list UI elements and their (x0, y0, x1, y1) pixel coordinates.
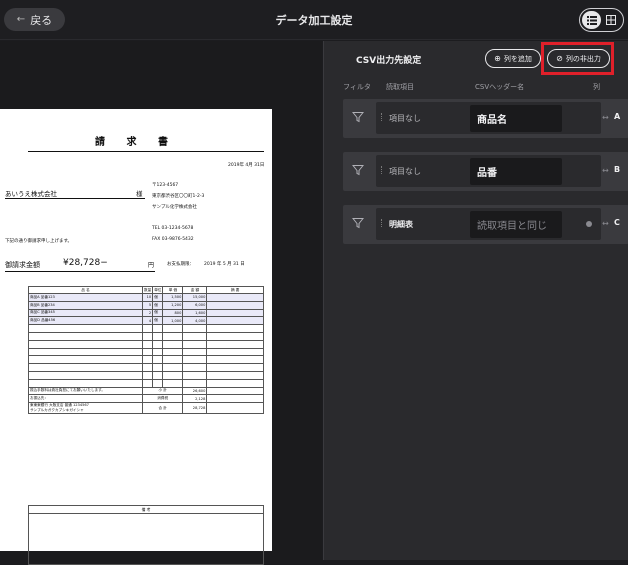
invoice-date: 2019年 4月 31日 (228, 163, 265, 168)
source-item[interactable]: 明細表 (389, 219, 413, 230)
subtotal-row: 振込手数料は貴社負担にてお願いいたします。 小 計 26,600 (28, 386, 264, 396)
table-row (28, 347, 264, 357)
csv-header-input[interactable]: 品番 (470, 158, 562, 185)
due-label: お支払期限： (167, 262, 194, 267)
table-row: 商品D 品番456 4 個 1,000 4,000 (28, 316, 264, 326)
csv-settings-panel: CSV出力先設定 ⊕ 列を追加 ⊘ 列の非出力 フィルタ 読取項目 CSVヘッダ… (323, 41, 628, 560)
add-column-button[interactable]: ⊕ 列を追加 (485, 49, 541, 68)
items-header-row: 品 名 数量 単位 単 価 金 額 摘 要 (28, 286, 264, 294)
header-filter: フィルタ (343, 83, 371, 91)
column-letter: A (614, 112, 621, 121)
customer-name: あいうえ株式会社 (5, 190, 57, 198)
total-unit: 円 (148, 262, 155, 269)
address: 東京都渋谷区〇〇町1-2-3 (152, 194, 205, 199)
table-row (28, 370, 264, 380)
tax-row: お振込先： 消費税 2,128 (28, 394, 264, 404)
col-unit: 単位 (152, 286, 164, 294)
table-row (28, 378, 264, 388)
title-rule (28, 151, 264, 152)
postal-code: 〒123-4567 (152, 183, 179, 188)
arrow-left-icon: ↔ (602, 166, 609, 175)
remarks-box: 備 考 (28, 505, 264, 565)
highlight-box (541, 42, 614, 75)
mapping-row-a[interactable]: 項目なし 商品名 ↔ A (343, 99, 628, 138)
table-row (28, 324, 264, 333)
filter-icon[interactable] (352, 111, 364, 123)
grid-view-icon[interactable] (601, 11, 620, 29)
document-preview-pane: 請 求 書 2019年 4月 31日 あいうえ株式会社 様 〒123-4567 … (0, 41, 322, 565)
invoice-document: 請 求 書 2019年 4月 31日 あいうえ株式会社 様 〒123-4567 … (0, 109, 272, 565)
header-csv-name: CSVヘッダー名 (475, 83, 525, 91)
header-column: 列 (593, 83, 600, 91)
remarks-label: 備 考 (29, 506, 263, 514)
clear-icon[interactable] (586, 221, 592, 227)
source-item[interactable]: 項目なし (389, 166, 421, 177)
arrow-left-icon: ↔ (602, 113, 609, 122)
mapping-row-b[interactable]: 項目なし 品番 ↔ B (343, 152, 628, 191)
csv-title: CSV出力先設定 (356, 56, 422, 66)
source-item[interactable]: 項目なし (389, 113, 421, 124)
table-row (28, 339, 264, 349)
greeting: 下記の通り御請求申し上げます。 (5, 239, 73, 244)
total-value: ¥28,728− (63, 258, 108, 268)
col-qty: 数量 (141, 286, 154, 294)
csv-header-input[interactable]: 読取項目と同じ (470, 211, 562, 238)
total-rule (5, 271, 155, 272)
table-row (28, 331, 264, 341)
view-toggle[interactable] (579, 8, 624, 32)
table-row: 商品A 品番123 10 個 1,500 15,000 (28, 293, 264, 302)
add-column-label: 列を追加 (503, 54, 532, 63)
fax: FAX 03-9876-5432 (152, 237, 194, 242)
col-price: 単 価 (162, 286, 184, 294)
drag-handle-icon[interactable] (381, 219, 383, 227)
arrow-left-icon: ↔ (602, 219, 609, 228)
items-table: 品 名 数量 単位 単 価 金 額 摘 要 商品A 品番123 10 個 1,500 1… (28, 286, 264, 415)
drag-handle-icon[interactable] (381, 166, 383, 174)
customer-rule (5, 198, 145, 199)
list-view-icon[interactable] (582, 11, 601, 29)
company: サンプル化学株式会社 (152, 205, 197, 210)
filter-icon[interactable] (352, 164, 364, 176)
col-name: 品 名 (28, 286, 143, 294)
tel: TEL 03-1234-5678 (152, 226, 194, 231)
grand-total-row: 東東東銀行 大阪支店 普通 1234567 サンプルカガクカブシキガイシャ 合 計… (28, 402, 264, 415)
page-title: データ加工設定 (275, 14, 353, 27)
total-label: 御請求金額 (5, 261, 40, 269)
due-value: 2019 年 5 月 31 日 (204, 262, 245, 267)
table-row: 商品C 品番345 2 個 800 1,600 (28, 308, 264, 318)
table-row (28, 363, 264, 372)
column-letter: B (614, 165, 621, 174)
column-letter: C (614, 218, 620, 227)
plus-circle-icon: ⊕ (494, 54, 501, 63)
header-source: 読取項目 (386, 83, 414, 91)
col-note: 摘 要 (206, 286, 264, 294)
csv-header-input[interactable]: 商品名 (470, 105, 562, 132)
drag-handle-icon[interactable] (381, 113, 383, 121)
table-row (28, 355, 264, 365)
mapping-row-c[interactable]: 明細表 読取項目と同じ ↔ C (343, 205, 628, 244)
table-row: 商品B 品番234 5 個 1,200 6,000 (28, 300, 264, 310)
invoice-title: 請 求 書 (95, 137, 177, 148)
customer-honorific: 様 (136, 190, 143, 198)
col-amount: 金 額 (182, 286, 208, 294)
filter-icon[interactable] (352, 217, 364, 229)
top-bar: ← 戻る データ加工設定 (0, 0, 628, 40)
